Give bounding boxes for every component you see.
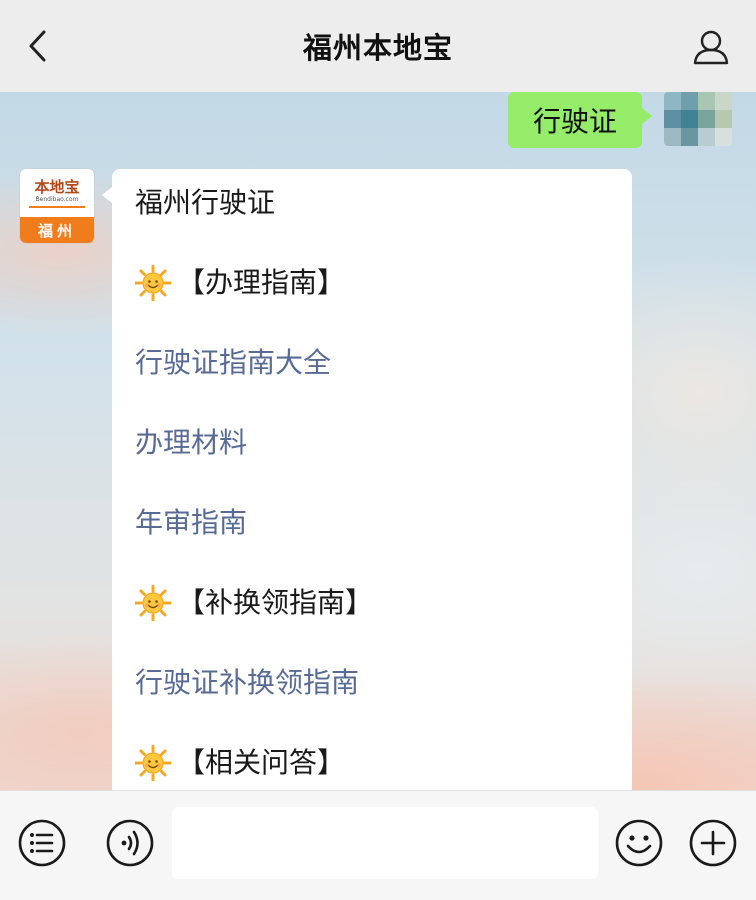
more-actions-button[interactable] [688,818,738,868]
back-button[interactable] [18,26,58,66]
smiley-icon [615,819,663,867]
section-heading-label: 【相关问答】 [177,746,346,779]
section-heading-label: 【补换领指南】 [177,586,374,619]
outgoing-message-text: 行驶证 [532,105,617,138]
sun-emoji-icon [135,585,171,621]
emoji-button[interactable] [614,818,664,868]
chevron-left-icon [29,30,46,62]
bendibao-logo: 本地宝 Bendibao.com [20,169,94,217]
link-required-materials[interactable]: 办理材料 [135,425,247,461]
section-heading-guide: 【办理指南】 [135,265,345,301]
plus-icon [689,819,737,867]
link-license-guide[interactable]: 行驶证指南大全 [135,345,331,381]
voice-button[interactable] [105,818,155,868]
chat-area[interactable]: 行驶证 本地宝 Bendibao.com 福州 福州行驶证 【办理指南】 行驶证… [0,92,756,790]
top-bar: 福州本地宝 [0,0,756,92]
bottom-input-bar [0,790,756,900]
incoming-message-bubble: 福州行驶证 【办理指南】 行驶证指南大全 办理材料 年审指南 【补换领指南】 行… [102,169,632,790]
logo-city-label: 福州 [20,217,94,243]
user-avatar[interactable] [664,92,732,146]
logo-subtext: Bendibao.com [35,195,79,203]
message-title: 福州行驶证 [135,186,276,219]
logo-divider [29,205,85,208]
sun-emoji-icon [135,265,171,301]
menu-button[interactable] [17,818,67,868]
section-heading-faq: 【相关问答】 [135,745,345,781]
outgoing-message-bubble[interactable]: 行驶证 [508,92,652,148]
message-input[interactable] [172,807,598,879]
link-annual-inspection[interactable]: 年审指南 [135,505,247,541]
link-replacement-guide[interactable]: 行驶证补换领指南 [135,665,359,701]
sun-emoji-icon [135,745,171,781]
voice-icon [106,819,154,867]
section-heading-replacement: 【补换领指南】 [135,585,373,621]
chat-title: 福州本地宝 [302,31,453,65]
list-menu-icon [18,819,66,867]
bot-avatar[interactable]: 本地宝 Bendibao.com 福州 [20,169,94,243]
person-icon [693,30,729,65]
section-heading-label: 【办理指南】 [177,266,346,299]
logo-text: 本地宝 [34,177,80,196]
profile-button[interactable] [690,26,732,68]
